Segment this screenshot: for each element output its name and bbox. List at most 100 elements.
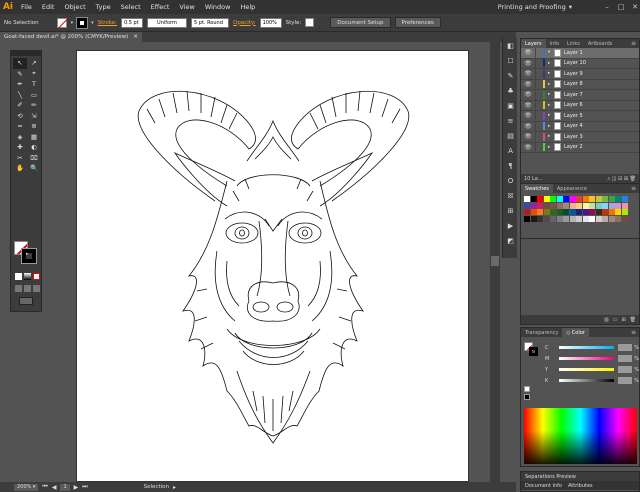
swatch-libraries-icon[interactable]: ▥ — [604, 317, 609, 323]
color-swatch[interactable] — [576, 196, 582, 202]
color-swatch[interactable] — [563, 215, 569, 222]
visibility-eye-icon[interactable]: 👁 — [521, 102, 535, 109]
panel-menu-icon[interactable]: ≡ — [631, 40, 636, 47]
color-mode-icon[interactable] — [15, 273, 22, 280]
color-swatch[interactable] — [556, 209, 563, 215]
stroke-black-swatch[interactable] — [21, 248, 37, 264]
tool-icon[interactable]: ⟲ — [13, 111, 27, 122]
color-swatch[interactable] — [595, 202, 602, 209]
color-swatch[interactable] — [569, 215, 576, 222]
tool-icon[interactable]: ▭ — [27, 90, 41, 101]
scroll-thumb[interactable] — [491, 256, 499, 266]
tool-icon[interactable]: ▦ — [27, 132, 41, 143]
trash-icon[interactable]: 🗑 — [630, 317, 636, 323]
fill-swatch[interactable] — [56, 17, 67, 28]
color-swatch[interactable] — [602, 215, 608, 222]
color-swatch[interactable] — [537, 215, 543, 222]
value-k[interactable] — [618, 377, 633, 384]
color-swatch[interactable] — [582, 209, 589, 215]
color-swatch[interactable] — [608, 196, 615, 202]
chevron-down-icon[interactable]: ▾ — [71, 20, 74, 26]
gradient-icon[interactable]: ▤ — [503, 128, 518, 143]
color-swatch[interactable] — [615, 202, 621, 209]
color-swatch[interactable] — [543, 215, 550, 222]
color-fill-stroke[interactable] — [524, 342, 538, 356]
clipping-mask-icon[interactable]: ◫ — [612, 176, 617, 182]
color-swatch[interactable] — [543, 196, 550, 202]
minimize-button[interactable]: – — [602, 2, 612, 12]
stroke-weight-field[interactable]: 0.5 pt — [121, 17, 143, 28]
color-swatch[interactable] — [589, 209, 595, 215]
tab-links[interactable]: Links — [563, 39, 584, 48]
lock-toggle[interactable] — [535, 69, 543, 79]
color-guide-icon[interactable]: ◧ — [503, 38, 518, 53]
color-swatch[interactable] — [621, 202, 628, 209]
tool-icon[interactable]: ╲ — [13, 90, 27, 101]
color-swatch[interactable] — [615, 196, 621, 202]
document-setup-button[interactable]: Document Setup — [330, 17, 391, 28]
menu-type[interactable]: Type — [91, 0, 116, 14]
menu-object[interactable]: Object — [59, 0, 90, 14]
tool-icon[interactable]: ◈ — [13, 132, 27, 143]
color-swatch[interactable] — [569, 202, 576, 209]
color-swatch[interactable] — [550, 209, 556, 215]
lock-toggle[interactable] — [535, 90, 543, 100]
gradient-mode-icon[interactable] — [24, 273, 31, 280]
new-layer-icon[interactable]: ⊞ — [624, 176, 628, 182]
tool-icon[interactable]: T — [27, 79, 41, 90]
color-spectrum[interactable] — [524, 408, 637, 464]
color-swatch[interactable] — [537, 202, 543, 209]
color-swatch[interactable] — [595, 196, 602, 202]
tool-icon[interactable]: ↖ — [13, 58, 27, 69]
color-swatch[interactable] — [537, 209, 543, 215]
separations-tab[interactable]: Separations Preview — [521, 472, 639, 481]
tool-icon[interactable]: ✎ — [13, 69, 27, 80]
color-swatch[interactable] — [524, 196, 530, 202]
color-swatch[interactable] — [595, 209, 602, 215]
type-icon[interactable]: A — [503, 143, 518, 158]
tool-icon[interactable]: ⇲ — [27, 111, 41, 122]
layer-row[interactable]: 👁 ▸ Layer 3 — [521, 132, 639, 143]
color-swatch[interactable] — [576, 209, 582, 215]
layer-name[interactable]: Layer 1 — [564, 50, 583, 56]
panel-menu-icon[interactable]: ≡ — [631, 329, 636, 336]
lock-toggle[interactable] — [535, 79, 543, 89]
layer-row[interactable]: 👁 ▸ Layer 6 — [521, 100, 639, 111]
draw-behind-icon[interactable] — [24, 285, 31, 292]
layer-name[interactable]: Layer 9 — [564, 71, 583, 77]
tool-icon[interactable]: ◐ — [27, 142, 41, 153]
color-swatch[interactable] — [550, 196, 556, 202]
menu-select[interactable]: Select — [116, 0, 146, 14]
visibility-eye-icon[interactable]: 👁 — [521, 91, 535, 98]
layer-name[interactable]: Layer 4 — [564, 123, 583, 129]
locate-object-icon[interactable]: ⌕ — [607, 176, 610, 182]
style-swatch[interactable] — [305, 18, 315, 27]
visibility-eye-icon[interactable]: 👁 — [521, 133, 535, 140]
color-swatch[interactable] — [543, 202, 550, 209]
color-swatch[interactable] — [608, 209, 615, 215]
tab-transparency[interactable]: Transparency — [521, 328, 562, 337]
color-swatch[interactable] — [530, 215, 537, 222]
lock-toggle[interactable] — [535, 48, 543, 58]
color-swatch[interactable] — [550, 202, 556, 209]
lock-toggle[interactable] — [535, 100, 543, 110]
color-swatch[interactable] — [563, 209, 569, 215]
color-swatch[interactable] — [615, 215, 621, 222]
tool-icon[interactable]: ✏ — [27, 100, 41, 111]
vertical-scrollbar[interactable] — [490, 42, 500, 482]
none-mode-icon[interactable] — [33, 273, 40, 280]
color-swatch[interactable] — [589, 215, 595, 222]
tab-swatches[interactable]: Swatches — [521, 184, 553, 193]
color-swatch[interactable] — [563, 196, 569, 202]
lock-toggle[interactable] — [535, 121, 543, 131]
panel-menu-icon[interactable]: ≡ — [631, 185, 636, 192]
color-swatch[interactable] — [621, 209, 628, 215]
tab-layers[interactable]: Layers — [521, 39, 546, 48]
stroke-swatch[interactable] — [76, 16, 89, 29]
first-page-icon[interactable]: ⏮ — [42, 483, 47, 491]
layer-name[interactable]: Layer 2 — [564, 144, 583, 150]
slider-c[interactable] — [558, 346, 615, 349]
color-swatch[interactable] — [582, 215, 589, 222]
tool-icon[interactable]: ⊕ — [27, 121, 41, 132]
next-page-icon[interactable]: ▶ — [74, 484, 79, 491]
